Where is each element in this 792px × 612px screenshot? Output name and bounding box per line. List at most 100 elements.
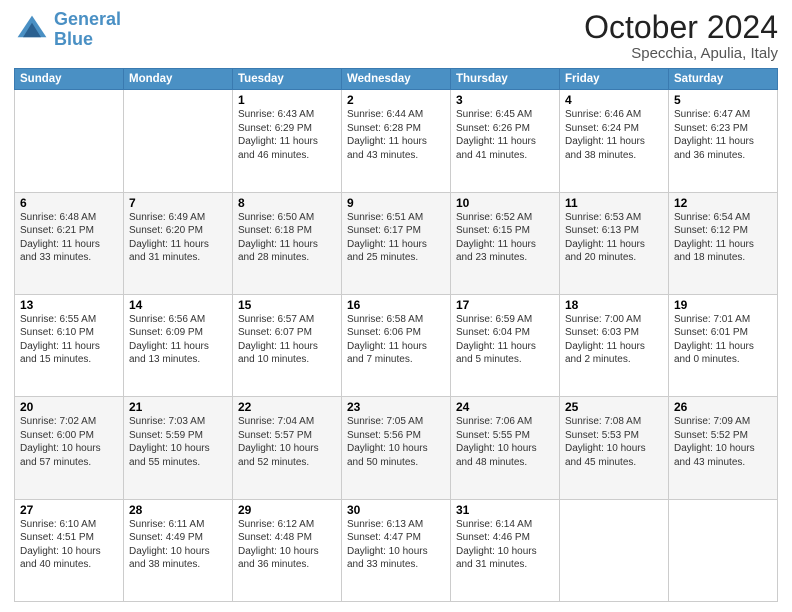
day-detail: Sunrise: 6:52 AM Sunset: 6:15 PM Dayligh… [456,211,554,265]
day-number: 18 [565,298,663,312]
day-number: 7 [129,196,227,210]
logo-icon [14,12,50,48]
day-number: 13 [20,298,118,312]
title-block: October 2024 Specchia, Apulia, Italy [584,10,778,62]
calendar-cell: 7Sunrise: 6:49 AM Sunset: 6:20 PM Daylig… [124,192,233,294]
calendar-cell: 31Sunrise: 6:14 AM Sunset: 4:46 PM Dayli… [451,499,560,601]
day-number: 15 [238,298,336,312]
calendar-cell [560,499,669,601]
day-number: 29 [238,503,336,517]
day-detail: Sunrise: 6:12 AM Sunset: 4:48 PM Dayligh… [238,518,336,572]
calendar-cell: 13Sunrise: 6:55 AM Sunset: 6:10 PM Dayli… [15,294,124,396]
col-header-wednesday: Wednesday [342,69,451,90]
day-number: 26 [674,400,772,414]
calendar-table: SundayMondayTuesdayWednesdayThursdayFrid… [14,68,778,602]
calendar-cell: 15Sunrise: 6:57 AM Sunset: 6:07 PM Dayli… [233,294,342,396]
day-detail: Sunrise: 6:45 AM Sunset: 6:26 PM Dayligh… [456,108,554,162]
col-header-tuesday: Tuesday [233,69,342,90]
calendar-cell: 11Sunrise: 6:53 AM Sunset: 6:13 PM Dayli… [560,192,669,294]
day-number: 2 [347,93,445,107]
day-number: 4 [565,93,663,107]
calendar-cell: 27Sunrise: 6:10 AM Sunset: 4:51 PM Dayli… [15,499,124,601]
calendar-cell: 30Sunrise: 6:13 AM Sunset: 4:47 PM Dayli… [342,499,451,601]
calendar-row-1: 6Sunrise: 6:48 AM Sunset: 6:21 PM Daylig… [15,192,778,294]
day-number: 22 [238,400,336,414]
col-header-thursday: Thursday [451,69,560,90]
calendar-cell: 5Sunrise: 6:47 AM Sunset: 6:23 PM Daylig… [669,90,778,192]
day-detail: Sunrise: 6:58 AM Sunset: 6:06 PM Dayligh… [347,313,445,367]
day-number: 19 [674,298,772,312]
logo-blue: Blue [54,29,93,49]
col-header-sunday: Sunday [15,69,124,90]
day-detail: Sunrise: 6:55 AM Sunset: 6:10 PM Dayligh… [20,313,118,367]
calendar-cell: 10Sunrise: 6:52 AM Sunset: 6:15 PM Dayli… [451,192,560,294]
calendar-cell [669,499,778,601]
col-header-saturday: Saturday [669,69,778,90]
calendar-cell: 12Sunrise: 6:54 AM Sunset: 6:12 PM Dayli… [669,192,778,294]
main-title: October 2024 [584,10,778,45]
day-number: 6 [20,196,118,210]
day-number: 17 [456,298,554,312]
day-detail: Sunrise: 6:13 AM Sunset: 4:47 PM Dayligh… [347,518,445,572]
calendar-cell: 16Sunrise: 6:58 AM Sunset: 6:06 PM Dayli… [342,294,451,396]
day-number: 23 [347,400,445,414]
logo-general: General [54,9,121,29]
day-number: 14 [129,298,227,312]
day-detail: Sunrise: 6:56 AM Sunset: 6:09 PM Dayligh… [129,313,227,367]
day-detail: Sunrise: 6:54 AM Sunset: 6:12 PM Dayligh… [674,211,772,265]
calendar-cell: 23Sunrise: 7:05 AM Sunset: 5:56 PM Dayli… [342,397,451,499]
page: General Blue October 2024 Specchia, Apul… [0,0,792,612]
day-number: 31 [456,503,554,517]
day-detail: Sunrise: 6:14 AM Sunset: 4:46 PM Dayligh… [456,518,554,572]
calendar-cell: 9Sunrise: 6:51 AM Sunset: 6:17 PM Daylig… [342,192,451,294]
calendar-row-4: 27Sunrise: 6:10 AM Sunset: 4:51 PM Dayli… [15,499,778,601]
col-header-friday: Friday [560,69,669,90]
day-number: 27 [20,503,118,517]
calendar-row-3: 20Sunrise: 7:02 AM Sunset: 6:00 PM Dayli… [15,397,778,499]
day-detail: Sunrise: 6:50 AM Sunset: 6:18 PM Dayligh… [238,211,336,265]
day-number: 11 [565,196,663,210]
calendar-cell: 4Sunrise: 6:46 AM Sunset: 6:24 PM Daylig… [560,90,669,192]
calendar-row-0: 1Sunrise: 6:43 AM Sunset: 6:29 PM Daylig… [15,90,778,192]
day-number: 28 [129,503,227,517]
day-number: 30 [347,503,445,517]
calendar-cell: 24Sunrise: 7:06 AM Sunset: 5:55 PM Dayli… [451,397,560,499]
header: General Blue October 2024 Specchia, Apul… [14,10,778,62]
day-detail: Sunrise: 6:43 AM Sunset: 6:29 PM Dayligh… [238,108,336,162]
day-number: 20 [20,400,118,414]
calendar-cell: 8Sunrise: 6:50 AM Sunset: 6:18 PM Daylig… [233,192,342,294]
day-detail: Sunrise: 6:47 AM Sunset: 6:23 PM Dayligh… [674,108,772,162]
day-detail: Sunrise: 6:53 AM Sunset: 6:13 PM Dayligh… [565,211,663,265]
day-detail: Sunrise: 7:06 AM Sunset: 5:55 PM Dayligh… [456,415,554,469]
calendar-header-row: SundayMondayTuesdayWednesdayThursdayFrid… [15,69,778,90]
day-number: 1 [238,93,336,107]
calendar-cell: 1Sunrise: 6:43 AM Sunset: 6:29 PM Daylig… [233,90,342,192]
day-number: 25 [565,400,663,414]
calendar-cell: 14Sunrise: 6:56 AM Sunset: 6:09 PM Dayli… [124,294,233,396]
calendar-cell: 2Sunrise: 6:44 AM Sunset: 6:28 PM Daylig… [342,90,451,192]
calendar-cell [15,90,124,192]
day-detail: Sunrise: 7:08 AM Sunset: 5:53 PM Dayligh… [565,415,663,469]
day-detail: Sunrise: 7:00 AM Sunset: 6:03 PM Dayligh… [565,313,663,367]
day-detail: Sunrise: 6:44 AM Sunset: 6:28 PM Dayligh… [347,108,445,162]
day-detail: Sunrise: 6:59 AM Sunset: 6:04 PM Dayligh… [456,313,554,367]
day-detail: Sunrise: 7:09 AM Sunset: 5:52 PM Dayligh… [674,415,772,469]
day-number: 21 [129,400,227,414]
day-detail: Sunrise: 7:01 AM Sunset: 6:01 PM Dayligh… [674,313,772,367]
day-detail: Sunrise: 6:57 AM Sunset: 6:07 PM Dayligh… [238,313,336,367]
calendar-cell [124,90,233,192]
day-detail: Sunrise: 6:11 AM Sunset: 4:49 PM Dayligh… [129,518,227,572]
calendar-cell: 29Sunrise: 6:12 AM Sunset: 4:48 PM Dayli… [233,499,342,601]
day-detail: Sunrise: 7:04 AM Sunset: 5:57 PM Dayligh… [238,415,336,469]
day-detail: Sunrise: 7:05 AM Sunset: 5:56 PM Dayligh… [347,415,445,469]
calendar-cell: 3Sunrise: 6:45 AM Sunset: 6:26 PM Daylig… [451,90,560,192]
day-number: 10 [456,196,554,210]
col-header-monday: Monday [124,69,233,90]
day-detail: Sunrise: 6:51 AM Sunset: 6:17 PM Dayligh… [347,211,445,265]
calendar-cell: 25Sunrise: 7:08 AM Sunset: 5:53 PM Dayli… [560,397,669,499]
day-number: 3 [456,93,554,107]
day-detail: Sunrise: 6:49 AM Sunset: 6:20 PM Dayligh… [129,211,227,265]
calendar-cell: 26Sunrise: 7:09 AM Sunset: 5:52 PM Dayli… [669,397,778,499]
calendar-cell: 22Sunrise: 7:04 AM Sunset: 5:57 PM Dayli… [233,397,342,499]
logo: General Blue [14,10,121,50]
